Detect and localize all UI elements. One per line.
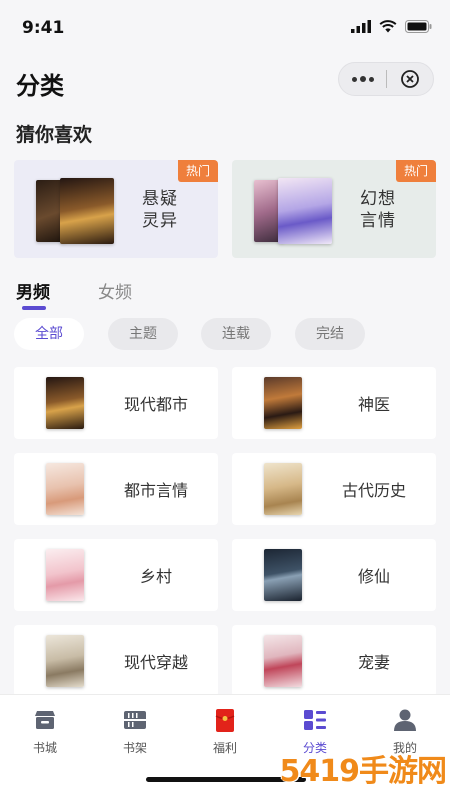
tab-label: 福利 — [212, 741, 237, 755]
guess-card-fantasy-romance[interactable]: 热门 幻想 言情 — [232, 160, 436, 258]
category-card[interactable]: 都市言情 — [14, 453, 218, 525]
book-cover — [46, 463, 84, 515]
category-label: 现代穿越 — [123, 653, 188, 672]
genre-line-2: 灵异 — [142, 211, 178, 231]
category-card[interactable]: 现代穿越 — [14, 625, 218, 697]
category-card[interactable]: 现代都市 — [14, 367, 218, 439]
store-icon — [35, 711, 55, 729]
signal-icon — [351, 20, 371, 33]
red-envelope-icon — [215, 709, 235, 732]
close-button[interactable] — [387, 69, 433, 89]
book-cover — [264, 549, 302, 601]
book-cover — [264, 377, 302, 429]
guess-card-covers — [254, 178, 334, 244]
more-button[interactable] — [339, 76, 386, 82]
tab-label: 书架 — [122, 741, 147, 755]
tab-female[interactable]: 女频 — [98, 278, 132, 303]
category-label: 神医 — [357, 395, 390, 414]
category-label: 都市言情 — [123, 481, 188, 500]
mini-program-capsule — [338, 62, 434, 96]
hot-badge: 热门 — [396, 160, 436, 182]
status-icons — [351, 20, 432, 33]
genre-line-1: 幻想 — [360, 189, 396, 209]
gender-tabs: 男频 女频 — [16, 278, 316, 312]
category-label: 古代历史 — [341, 481, 406, 500]
wifi-icon — [379, 20, 397, 33]
hot-badge: 热门 — [178, 160, 218, 182]
filter-all[interactable]: 全部 — [14, 318, 84, 350]
filter-completed[interactable]: 完结 — [295, 318, 365, 350]
book-cover — [278, 178, 332, 244]
genre-line-1: 悬疑 — [142, 189, 178, 209]
guess-card-covers — [36, 178, 116, 244]
guess-card-text: 幻想 言情 — [360, 188, 396, 232]
category-label: 修仙 — [357, 567, 390, 586]
book-cover — [46, 377, 84, 429]
guess-card-text: 悬疑 灵异 — [142, 188, 178, 232]
status-bar: 9:41 — [0, 0, 450, 56]
category-card[interactable]: 乡村 — [14, 539, 218, 611]
book-cover — [60, 178, 114, 244]
battery-icon — [405, 20, 432, 33]
page-title: 分类 — [16, 72, 64, 100]
tab-bookstore[interactable]: 书城 — [0, 707, 90, 756]
book-cover — [46, 549, 84, 601]
header: 分类 — [0, 56, 450, 108]
book-cover — [264, 635, 302, 687]
category-label: 现代都市 — [123, 395, 188, 414]
close-circle-icon — [401, 70, 419, 88]
category-label: 乡村 — [139, 567, 172, 586]
tab-welfare[interactable]: 福利 — [180, 707, 270, 756]
category-card[interactable]: 宠妻 — [232, 625, 436, 697]
guess-card-suspense[interactable]: 热门 悬疑 灵异 — [14, 160, 218, 258]
filter-row: 全部 主题 连载 完结 — [14, 318, 434, 352]
bookshelf-icon — [124, 711, 146, 729]
user-icon — [394, 709, 416, 731]
guess-section-title: 猜你喜欢 — [16, 124, 93, 146]
active-tab-indicator — [22, 306, 46, 310]
status-time: 9:41 — [22, 18, 65, 38]
tab-label: 书城 — [32, 741, 57, 755]
book-cover — [264, 463, 302, 515]
category-label: 宠妻 — [357, 653, 390, 672]
watermark-logo: 5419手游网 — [279, 754, 447, 789]
category-card[interactable]: 古代历史 — [232, 453, 436, 525]
category-card[interactable]: 修仙 — [232, 539, 436, 611]
filter-theme[interactable]: 主题 — [108, 318, 178, 350]
tab-bookshelf[interactable]: 书架 — [90, 707, 180, 756]
category-grid-icon — [304, 710, 326, 730]
category-card[interactable]: 神医 — [232, 367, 436, 439]
filter-serializing[interactable]: 连载 — [201, 318, 271, 350]
tab-male[interactable]: 男频 — [16, 278, 50, 303]
book-cover — [46, 635, 84, 687]
genre-line-2: 言情 — [360, 211, 396, 231]
